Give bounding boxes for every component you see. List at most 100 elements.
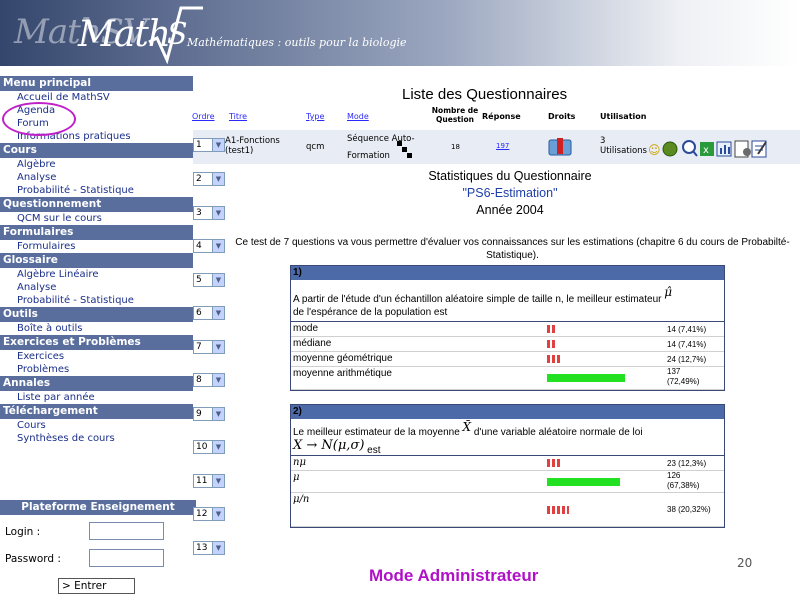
sidebar-section-header: Formulaires — [0, 225, 193, 240]
stats-line2: "PS6-Estimation" — [462, 186, 558, 200]
order-select[interactable]: 5 ▼ — [193, 272, 225, 287]
answer-bar — [547, 355, 561, 363]
order-select[interactable]: 1 ▼ — [193, 138, 225, 152]
sidebar-item[interactable]: Analyse — [0, 281, 193, 294]
header-utilisation: Utilisation — [600, 112, 647, 121]
order-select[interactable]: 10 ▼ — [193, 440, 225, 454]
mu-hat-symbol: μ̂ — [664, 285, 673, 299]
order-select[interactable]: 4 ▼ — [193, 239, 225, 253]
login-box: Plateforme Enseignement Login : Password… — [0, 500, 196, 600]
answer-count: 14 (7,41%) — [667, 325, 707, 334]
svg-text:S: S — [167, 17, 188, 52]
chevron-down-icon: ▼ — [212, 441, 224, 453]
tagline: Mathématiques : outils pour la biologie — [187, 36, 407, 49]
order-select[interactable]: 3 ▼ — [193, 205, 225, 220]
order-select[interactable]: 12 ▼ — [193, 507, 225, 521]
chevron-down-icon: ▼ — [212, 240, 224, 252]
sidebar-item[interactable]: Probabilité - Statistique — [0, 184, 193, 197]
sidebar-item[interactable]: Exercices — [0, 350, 193, 363]
question-2-text: Le meilleur estimateur de la moyenne X̄ … — [291, 419, 724, 456]
chevron-down-icon: ▼ — [212, 340, 224, 353]
chevron-down-icon: ▼ — [212, 407, 224, 420]
sidebar-item[interactable]: Synthèses de cours — [0, 432, 193, 445]
answer-bar — [547, 478, 620, 486]
answer-row: μ/n 38 (20,32%) — [291, 493, 724, 527]
sidebar-item[interactable]: Algèbre Linéaire — [0, 268, 193, 281]
header-ordre[interactable]: Ordre — [192, 112, 215, 121]
row-reponse-link[interactable]: 197 — [496, 142, 509, 150]
header-mode[interactable]: Mode — [347, 112, 369, 121]
order-select[interactable]: 13 ▼ — [193, 540, 225, 555]
chevron-down-icon: ▼ — [212, 206, 224, 219]
answer-label: nμ — [293, 457, 306, 468]
sidebar-item[interactable]: Boîte à outils — [0, 322, 193, 335]
question-1-number: 1) — [291, 266, 724, 280]
order-select[interactable]: 8 ▼ — [193, 373, 225, 387]
order-select[interactable]: 11 ▼ — [193, 473, 225, 488]
sqrt-logo-icon: S — [148, 6, 203, 64]
sidebar-item[interactable]: Cours — [0, 419, 193, 432]
login-label: Login : — [5, 526, 41, 538]
answer-bar — [547, 325, 555, 333]
order-select[interactable]: 7 ▼ — [193, 339, 225, 354]
answer-count: 23 (12,3%) — [667, 459, 707, 468]
answer-bar — [547, 374, 625, 382]
sidebar-section-header: Exercices et Problèmes — [0, 335, 193, 350]
stats-line1: Statistiques du Questionnaire — [428, 169, 592, 183]
answer-count: 24 (12,7%) — [667, 355, 707, 364]
rights-icon[interactable] — [548, 136, 574, 158]
header-nb-question: Nombre de Question — [431, 106, 479, 124]
question-2-answers: nμ 23 (12,3%) μ 126 (67,38%) μ/n 38 (20,32%) — [291, 456, 724, 527]
sidebar-section-header: Glossaire — [0, 253, 193, 268]
answer-row: μ 126 (67,38%) — [291, 471, 724, 493]
sidebar-item[interactable]: Analyse — [0, 171, 193, 184]
list-title: Liste des Questionnaires — [402, 86, 568, 103]
order-select[interactable]: 2 ▼ — [193, 172, 225, 186]
answer-label: mode — [293, 323, 319, 334]
smiley-icon[interactable]: ☺ — [648, 143, 661, 157]
question-2-box: 2) Le meilleur estimateur de la moyenne … — [290, 404, 725, 528]
row-utilisation: 3 Utilisations — [600, 136, 647, 156]
answer-count: 14 (7,41%) — [667, 340, 707, 349]
sidebar-item[interactable]: Formulaires — [0, 240, 193, 253]
page-number: 20 — [737, 556, 753, 570]
stats-line3: Année 2004 — [476, 203, 544, 217]
chevron-down-icon: ▼ — [212, 307, 224, 319]
sidebar-item[interactable]: Liste par année — [0, 391, 193, 404]
password-input[interactable] — [89, 549, 164, 567]
sidebar-item[interactable]: QCM sur le cours — [0, 212, 193, 225]
chevron-down-icon: ▼ — [212, 374, 224, 386]
question-1-answers: mode 14 (7,41%) médiane 14 (7,41%) moyenne g… — [291, 322, 724, 390]
highlight-ellipse — [2, 102, 76, 136]
row-nb-question: 18 — [451, 143, 460, 151]
sidebar-section-header: Outils — [0, 307, 193, 322]
header-type[interactable]: Type — [306, 112, 324, 121]
answer-label: μ/n — [293, 494, 310, 505]
sidebar-item[interactable]: Algèbre — [0, 158, 193, 171]
site-banner: MathSV Math S Mathématiques : outils pou… — [0, 0, 800, 66]
login-input[interactable] — [89, 522, 164, 540]
sidebar-section-header: Téléchargement — [0, 404, 193, 419]
chevron-down-icon: ▼ — [212, 541, 224, 554]
mode-administrateur-label: Mode Administrateur — [369, 566, 539, 585]
sidebar-item[interactable]: Problèmes — [0, 363, 193, 376]
question-2-number: 2) — [291, 405, 724, 419]
chevron-down-icon: ▼ — [212, 474, 224, 487]
order-select[interactable]: 6 ▼ — [193, 306, 225, 320]
enter-button[interactable]: > Entrer — [58, 578, 135, 594]
answer-row: nμ 23 (12,3%) — [291, 456, 724, 471]
question-1-box: 1) A partir de l'étude d'un échantillon … — [290, 265, 725, 391]
row-title: A1-Fonctions (test1) — [225, 136, 280, 156]
order-select[interactable]: 9 ▼ — [193, 406, 225, 421]
sidebar-section-header: Cours — [0, 143, 193, 158]
header-titre[interactable]: Titre — [229, 112, 247, 121]
sidebar-section-header: Questionnement — [0, 197, 193, 212]
sequence-icon — [397, 141, 412, 158]
law-formula: X → N(μ,σ) — [293, 438, 365, 453]
answer-count: 137 (72,49%) — [667, 367, 700, 386]
action-icons: x — [662, 140, 767, 158]
answer-label: moyenne géométrique — [293, 353, 393, 364]
sidebar-item[interactable]: Probabilité - Statistique — [0, 294, 193, 307]
row-type: qcm — [306, 142, 325, 152]
answer-row: moyenne géométrique 24 (12,7%) — [291, 352, 724, 367]
